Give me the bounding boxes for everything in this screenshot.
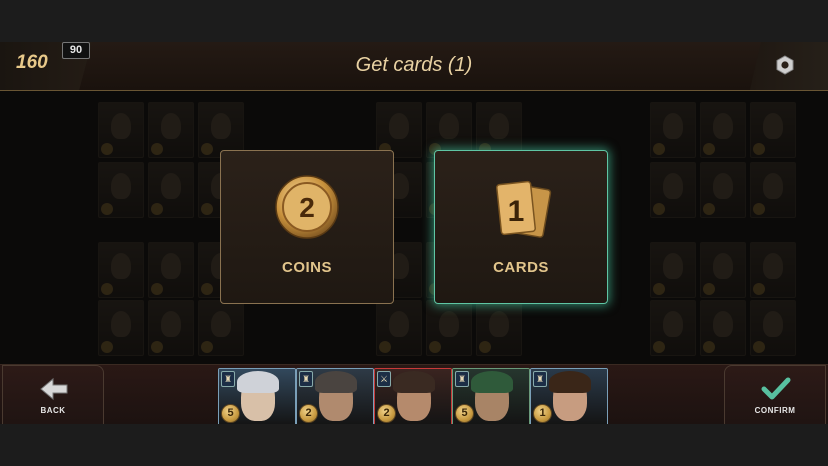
card-class-icon: ♜ xyxy=(299,371,313,387)
background-card xyxy=(98,102,144,158)
checkmark-icon xyxy=(761,377,791,400)
card-class-icon: ♜ xyxy=(221,371,235,387)
background-card xyxy=(98,162,144,218)
card-cost: 2 xyxy=(377,404,396,423)
cards-value: 1 xyxy=(508,195,525,228)
back-button[interactable]: BACK xyxy=(2,365,104,424)
confirm-button[interactable]: CONFIRM xyxy=(724,365,826,424)
coins-value: 2 xyxy=(299,192,315,223)
game-screen: 160 90 Get cards (1) 2 COINS 1 CARDS BAC… xyxy=(0,42,828,424)
portrait-hair xyxy=(549,371,591,393)
back-label: BACK xyxy=(40,406,66,415)
background-card xyxy=(700,300,746,356)
background-card xyxy=(198,300,244,356)
background-card xyxy=(700,242,746,298)
background-card xyxy=(750,162,796,218)
background-card xyxy=(148,102,194,158)
back-arrow-icon xyxy=(40,377,68,401)
hand-card-beret-soldier[interactable]: ♜ 5 xyxy=(452,368,530,424)
background-card xyxy=(650,300,696,356)
hand-card-man-gray-hair[interactable]: ♜ 2 xyxy=(296,368,374,424)
background-card xyxy=(98,300,144,356)
hand-cards: ♜ 5 ♜ 2 ⚔ 2 ♜ 5 ♜ 1 xyxy=(218,368,610,424)
background-card xyxy=(750,102,796,158)
portrait-hair xyxy=(471,371,513,393)
background-card xyxy=(476,300,522,356)
hand-card-elderly-woman[interactable]: ♜ 5 xyxy=(218,368,296,424)
background-card xyxy=(750,300,796,356)
background-card xyxy=(700,162,746,218)
background-card xyxy=(650,242,696,298)
cards-icon: 1 xyxy=(496,180,552,238)
top-bar: 160 90 Get cards (1) xyxy=(0,42,828,91)
card-cost: 1 xyxy=(533,404,552,423)
background-card xyxy=(148,242,194,298)
background-card xyxy=(98,242,144,298)
card-cost: 5 xyxy=(455,404,474,423)
hand-card-red-frame-man[interactable]: ⚔ 2 xyxy=(374,368,452,424)
background-card xyxy=(750,242,796,298)
choice-coins-label: COINS xyxy=(281,259,332,276)
portrait-hair xyxy=(237,371,279,393)
background-card xyxy=(148,300,194,356)
card-class-icon: ⚔ xyxy=(377,371,391,387)
background-card xyxy=(650,102,696,158)
page-title: Get cards (1) xyxy=(355,54,473,76)
card-class-icon: ♜ xyxy=(533,371,547,387)
choice-coins[interactable]: 2 COINS xyxy=(220,150,394,304)
background-card xyxy=(148,162,194,218)
background-card xyxy=(376,300,422,356)
portrait-hair xyxy=(393,371,435,393)
portrait-hair xyxy=(315,371,357,393)
card-cost: 2 xyxy=(299,404,318,423)
card-cost: 5 xyxy=(221,404,240,423)
choice-cards-label: CARDS xyxy=(493,259,549,276)
background-card xyxy=(426,300,472,356)
hex-gear-icon[interactable] xyxy=(775,55,795,75)
background-card xyxy=(700,102,746,158)
card-class-icon: ♜ xyxy=(455,371,469,387)
confirm-label: CONFIRM xyxy=(754,406,796,415)
background-card xyxy=(650,162,696,218)
choice-cards[interactable]: 1 CARDS xyxy=(434,150,608,304)
hand-card-young-man[interactable]: ♜ 1 xyxy=(530,368,608,424)
coin-icon: 2 xyxy=(275,175,339,239)
